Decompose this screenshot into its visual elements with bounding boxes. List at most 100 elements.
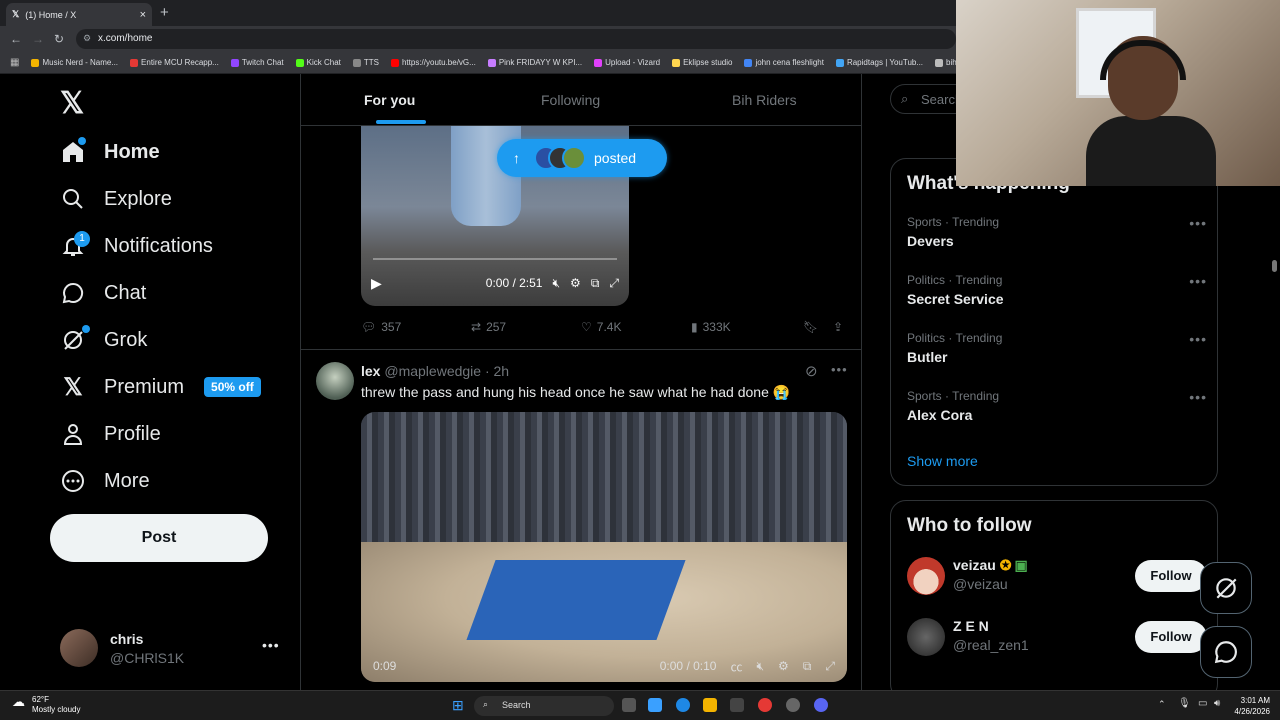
mute-icon[interactable]: 🔇︎	[756, 659, 764, 674]
reply-button[interactable]: 💬︎ 357	[361, 320, 401, 334]
bookmark-item[interactable]: Music Nerd - Name...	[31, 58, 118, 67]
browser-tab[interactable]: 𝕏 (1) Home / X ×	[6, 3, 152, 26]
nav-chat[interactable]: Chat	[60, 280, 146, 306]
captions-icon[interactable]: ㏄	[730, 658, 742, 675]
tab-for-you[interactable]: For you	[364, 92, 415, 108]
repost-button[interactable]: ⇄ 257	[471, 320, 506, 334]
trend-more-icon[interactable]: •••	[1189, 389, 1207, 405]
tweet-age[interactable]: · 2h	[485, 363, 509, 379]
views-button[interactable]: ▮ 333K	[691, 320, 731, 334]
nav-explore[interactable]: Explore	[60, 186, 172, 212]
grok-fab[interactable]	[1200, 562, 1252, 614]
bookmark-label: Rapidtags | YouTub...	[846, 58, 924, 67]
new-posts-pill[interactable]: ↑ posted	[497, 139, 667, 177]
chrome-icon[interactable]	[758, 698, 772, 712]
close-tab-icon[interactable]: ×	[140, 9, 146, 21]
search-icon: ⌕	[901, 91, 909, 106]
microphone-icon[interactable]: 🎙︎	[1178, 698, 1191, 709]
tweet-video[interactable]: 0:09 0:00 / 0:10 ㏄ 🔇︎ ⚙ ⧉ ⤢	[361, 412, 847, 682]
suggestion-name: Z E N	[953, 618, 989, 634]
tweet[interactable]: lex @maplewedgie · 2h ⊘ ••• threw the pa…	[301, 349, 861, 690]
account-more-icon[interactable]: •••	[262, 637, 280, 653]
volume-icon[interactable]: 🔊︎	[1214, 698, 1220, 709]
bookmark-item[interactable]: Kick Chat	[295, 58, 341, 67]
bookmark-item[interactable]: Twitch Chat	[230, 58, 284, 67]
back-icon[interactable]: ←	[10, 32, 22, 46]
trend-more-icon[interactable]: •••	[1189, 331, 1207, 347]
grok-icon[interactable]: ⊘	[805, 362, 818, 380]
nav-profile[interactable]: Profile	[60, 421, 161, 447]
trend-item[interactable]: Sports · Trending Devers •••	[907, 215, 1207, 249]
copilot-icon[interactable]	[648, 698, 662, 712]
bookmark-item[interactable]: Eklipse studio	[672, 58, 732, 67]
nav-premium[interactable]: 𝕏 Premium 50% off	[60, 374, 261, 401]
post-button[interactable]: Post	[50, 514, 268, 562]
tweet-author-handle[interactable]: @maplewedgie	[384, 363, 481, 379]
nav-home[interactable]: Home	[60, 137, 160, 165]
trend-item[interactable]: Politics · Trending Secret Service •••	[907, 273, 1207, 307]
discord-icon[interactable]	[814, 698, 828, 712]
messages-fab[interactable]	[1200, 626, 1252, 678]
bookmark-favicon-icon	[230, 58, 239, 67]
edge-icon[interactable]	[676, 698, 690, 712]
bookmark-item[interactable]: Entire MCU Recapp...	[130, 58, 219, 67]
bookmark-item[interactable]: Pink FRIDAYY W KPI...	[487, 58, 582, 67]
fullscreen-icon[interactable]: ⤢	[609, 276, 619, 291]
follow-button[interactable]: Follow	[1135, 621, 1207, 653]
tweet-author-name[interactable]: lex	[361, 363, 380, 379]
weather-widget[interactable]: ☁ 62°F Mostly cloudy	[10, 695, 80, 715]
file-explorer-icon[interactable]	[703, 698, 717, 712]
trend-item[interactable]: Politics · Trending Butler •••	[907, 331, 1207, 365]
nav-more[interactable]: More	[60, 468, 150, 494]
trend-more-icon[interactable]: •••	[1189, 215, 1207, 231]
network-icon[interactable]: ▭	[1198, 698, 1207, 709]
settings-icon[interactable]: ⚙	[778, 659, 789, 673]
play-icon[interactable]: ▶	[371, 275, 382, 292]
tab-bih-riders[interactable]: Bih Riders	[732, 92, 797, 108]
trend-item[interactable]: Sports · Trending Alex Cora •••	[907, 389, 1207, 423]
task-view-icon[interactable]	[622, 698, 636, 712]
windows-start-icon[interactable]: ⊞	[452, 697, 464, 714]
forward-icon[interactable]: →	[32, 32, 44, 46]
trend-more-icon[interactable]: •••	[1189, 273, 1207, 289]
follow-button[interactable]: Follow	[1135, 560, 1207, 592]
follow-suggestion[interactable]: Z E N @real_zen1 Follow	[907, 618, 1207, 658]
obs-icon[interactable]	[786, 698, 800, 712]
nav-premium-label: Premium	[104, 375, 185, 398]
tab-following[interactable]: Following	[541, 92, 600, 108]
scrollbar-thumb[interactable]	[1272, 260, 1277, 272]
suggestion-avatar[interactable]	[907, 618, 945, 656]
reload-icon[interactable]: ↻	[54, 32, 64, 46]
bookmark-item[interactable]: TTS	[352, 58, 379, 67]
settings-icon[interactable]: ⚙	[570, 276, 581, 290]
taskbar-clock[interactable]: 3:01 AM 4/26/2026	[1234, 695, 1270, 717]
store-icon[interactable]	[730, 698, 744, 712]
x-favicon-icon: 𝕏	[12, 9, 20, 19]
suggestion-avatar[interactable]	[907, 557, 945, 595]
tray-chevron-icon[interactable]: ⌃	[1158, 699, 1166, 710]
nav-grok[interactable]: Grok	[60, 325, 147, 353]
new-tab-icon[interactable]: +	[160, 4, 169, 21]
address-bar[interactable]: ⚙ x.com/home	[76, 29, 956, 49]
bookmark-item[interactable]: Rapidtags | YouTub...	[835, 58, 924, 67]
fullscreen-icon[interactable]: ⤢	[825, 659, 835, 674]
bookmark-icon[interactable]: 🔖︎	[803, 320, 818, 334]
bookmark-item[interactable]: https://youtu.be/vG...	[390, 58, 476, 67]
picture-in-picture-icon[interactable]: ⧉	[803, 659, 812, 674]
like-button[interactable]: ♡ 7.4K	[581, 320, 621, 334]
show-more-link[interactable]: Show more	[907, 453, 978, 469]
site-info-icon[interactable]: ⚙	[83, 33, 91, 44]
bookmark-item[interactable]: john cena fleshlight	[744, 58, 824, 67]
tweet-author-avatar[interactable]	[316, 362, 354, 400]
taskbar-search[interactable]: ⌕ Search	[474, 696, 614, 716]
premium-discount-badge: 50% off	[204, 377, 261, 397]
picture-in-picture-icon[interactable]: ⧉	[591, 276, 600, 291]
mute-icon[interactable]: 🔇︎	[552, 276, 560, 291]
share-icon[interactable]: ⇪	[833, 320, 843, 334]
x-logo-icon[interactable]: 𝕏	[60, 86, 84, 121]
follow-suggestion[interactable]: veizau ✪ ▣ @veizau Follow	[907, 557, 1207, 597]
bookmark-item[interactable]: Upload - Vizard	[594, 58, 660, 67]
apps-icon[interactable]: ▦	[10, 57, 19, 68]
account-switcher[interactable]: chris @CHRlS1K •••	[60, 629, 300, 669]
tweet-more-icon[interactable]: •••	[831, 362, 848, 377]
